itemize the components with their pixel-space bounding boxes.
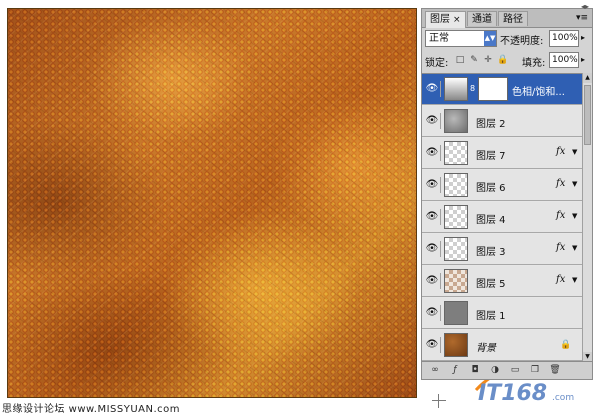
panel-tabbar: 图层 × 通道 路径 ▾≡: [422, 9, 592, 28]
layer-thumb: [444, 269, 468, 293]
layer-thumb: [444, 205, 468, 229]
new-group-icon[interactable]: ▭: [508, 364, 522, 377]
layer-thumb: [444, 237, 468, 261]
eye-icon[interactable]: 👁: [424, 337, 441, 353]
eye-icon[interactable]: 👁: [424, 241, 441, 257]
fx-expand-icon[interactable]: ▼: [572, 148, 577, 156]
layer-row[interactable]: 👁 图层 1: [422, 298, 582, 329]
eye-icon[interactable]: 👁: [424, 145, 441, 161]
eye-icon[interactable]: 👁: [424, 177, 441, 193]
lock-icon: 🔒: [560, 340, 572, 350]
blend-row: 正常 ▲▼ 不透明度: 100% ▸: [425, 30, 589, 48]
lock-brush-icon[interactable]: ✎: [469, 55, 479, 65]
lock-row: 锁定: □ ✎ ✛ 🔒 填充: 100% ▸: [425, 52, 589, 69]
layer-name: 图层 3: [476, 247, 506, 258]
layer-name: 图层 5: [476, 279, 506, 290]
scroll-up-icon[interactable]: ▲: [583, 73, 592, 83]
opacity-arrow-icon[interactable]: ▸: [581, 33, 585, 42]
layer-mask-thumb[interactable]: [478, 77, 508, 101]
tab-paths-label: 路径: [503, 14, 523, 25]
add-mask-icon[interactable]: ◘: [468, 364, 482, 377]
fill-input[interactable]: 100%: [549, 52, 579, 68]
layer-row[interactable]: 👁 8 色相/饱和...: [422, 74, 582, 105]
opacity-label: 不透明度:: [500, 36, 544, 47]
layer-name: 色相/饱和...: [512, 87, 565, 98]
fill-label: 填充:: [522, 58, 546, 69]
lock-label: 锁定:: [425, 58, 449, 69]
layer-row[interactable]: 👁 图层 4 fx ▼: [422, 202, 582, 233]
layer-name: 图层 7: [476, 151, 506, 162]
layer-style-icon[interactable]: ƒ: [448, 364, 462, 377]
layer-thumb: [444, 301, 468, 325]
fx-expand-icon[interactable]: ▼: [572, 244, 577, 252]
new-layer-icon[interactable]: ❐: [528, 364, 542, 377]
fx-expand-icon[interactable]: ▼: [572, 212, 577, 220]
brand-suffix: .com: [552, 393, 574, 403]
tab-paths[interactable]: 路径: [498, 11, 528, 26]
adjustment-layer-icon[interactable]: ◑: [488, 364, 502, 377]
blend-mode-select[interactable]: 正常 ▲▼: [425, 30, 497, 47]
tab-layers[interactable]: 图层 ×: [425, 11, 466, 28]
layer-row[interactable]: 👁 图层 6 fx ▼: [422, 170, 582, 201]
eye-icon[interactable]: 👁: [424, 113, 441, 129]
fx-icon[interactable]: fx: [556, 146, 565, 157]
fx-icon[interactable]: fx: [556, 274, 565, 285]
lock-transparent-icon[interactable]: □: [455, 55, 465, 65]
watermark-text: 思缘设计论坛 www.MISSYUAN.com: [2, 404, 181, 415]
lock-all-icon[interactable]: 🔒: [497, 55, 508, 65]
eye-icon[interactable]: 👁: [424, 273, 441, 289]
chain-link-icon[interactable]: 8: [470, 84, 475, 93]
eye-icon[interactable]: 👁: [424, 209, 441, 225]
layer-thumb: [444, 109, 468, 133]
link-layers-icon[interactable]: ∞: [428, 364, 442, 377]
fx-icon[interactable]: fx: [556, 210, 565, 221]
layer-thumb: [444, 141, 468, 165]
layer-name: 图层 6: [476, 183, 506, 194]
fx-icon[interactable]: fx: [556, 178, 565, 189]
layer-row[interactable]: 👁 图层 7 fx ▼: [422, 138, 582, 169]
layers-list: 👁 8 色相/饱和... 👁 图层 2 👁 图层 7 fx ▼ 👁 图层 6 f…: [422, 73, 582, 363]
scroll-thumb[interactable]: [584, 85, 591, 145]
layer-row[interactable]: 👁 背景 🔒: [422, 330, 582, 361]
layer-name: 图层 4: [476, 215, 506, 226]
lock-move-icon[interactable]: ✛: [483, 55, 493, 65]
layer-row[interactable]: 👁 图层 2: [422, 106, 582, 137]
eye-icon[interactable]: 👁: [424, 81, 441, 97]
panel-bottom-toolbar: ∞ ƒ ◘ ◑ ▭ ❐ 🗑: [422, 361, 592, 379]
layer-name: 图层 2: [476, 119, 506, 130]
adjustment-thumb: [444, 77, 468, 101]
fill-arrow-icon[interactable]: ▸: [581, 55, 585, 64]
blend-mode-value: 正常: [429, 33, 449, 44]
fx-expand-icon[interactable]: ▼: [572, 276, 577, 284]
layer-name: 图层 1: [476, 311, 506, 322]
fx-expand-icon[interactable]: ▼: [572, 180, 577, 188]
eye-icon[interactable]: 👁: [424, 305, 441, 321]
opacity-input[interactable]: 100%: [549, 30, 579, 47]
layer-row[interactable]: 👁 图层 5 fx ▼: [422, 266, 582, 297]
fx-icon[interactable]: fx: [556, 242, 565, 253]
crosshair-cursor-icon: [432, 394, 446, 408]
layer-thumb: [444, 173, 468, 197]
tab-channels-label: 通道: [472, 14, 492, 25]
chevron-down-icon[interactable]: ▲▼: [484, 31, 496, 46]
tab-close-icon[interactable]: ×: [453, 15, 461, 25]
layers-panel: ◂▸ 图层 × 通道 路径 ▾≡ 正常 ▲▼ 不透明度: 100% ▸ 锁定: □…: [421, 2, 593, 380]
tab-layers-label: 图层: [430, 14, 450, 25]
layer-thumb: [444, 333, 468, 357]
layers-scrollbar[interactable]: ▲ ▼: [582, 73, 592, 362]
layer-name: 背景: [476, 343, 496, 354]
document-canvas[interactable]: [7, 8, 417, 398]
trash-icon[interactable]: 🗑: [548, 364, 562, 377]
tab-channels[interactable]: 通道: [467, 11, 497, 26]
brand-text: IT168: [478, 381, 547, 406]
layer-row[interactable]: 👁 图层 3 fx ▼: [422, 234, 582, 265]
panel-menu-icon[interactable]: ▾≡: [575, 12, 589, 24]
